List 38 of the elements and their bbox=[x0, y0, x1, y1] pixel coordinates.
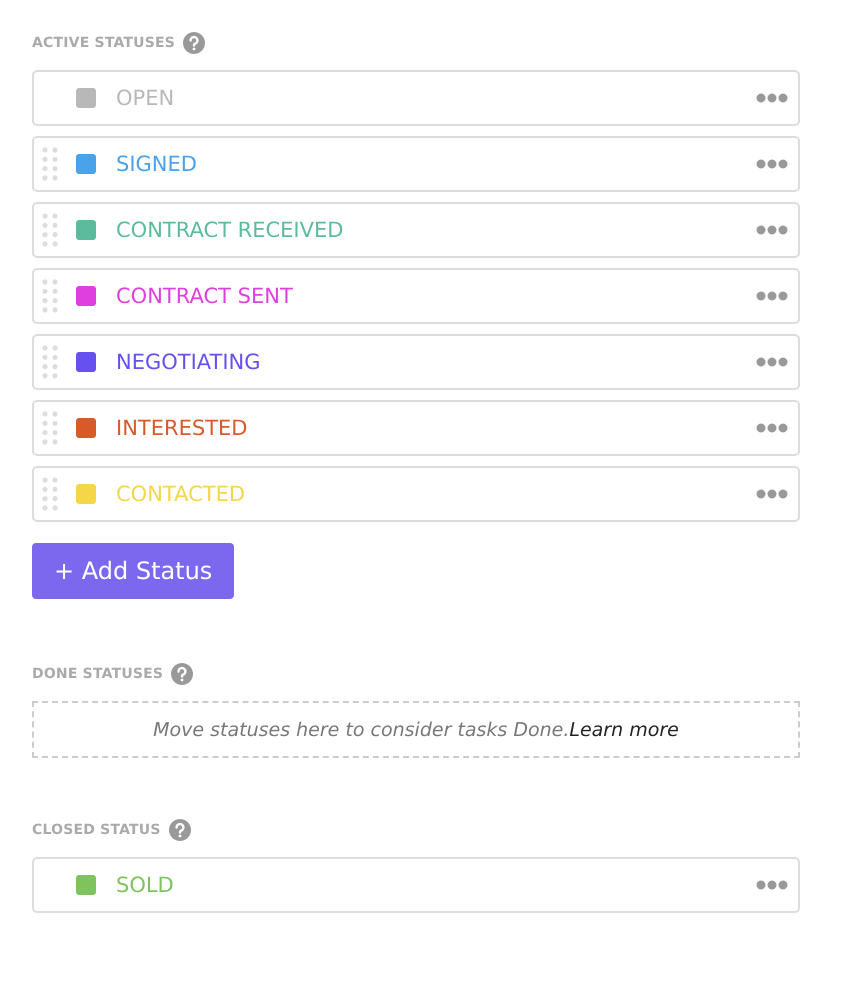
more-icon[interactable] bbox=[756, 423, 788, 433]
status-row[interactable]: CONTRACT SENT bbox=[32, 268, 800, 324]
section-heading: ACTIVE STATUSES bbox=[32, 35, 176, 51]
section-heading: CLOSED STATUS bbox=[32, 822, 161, 838]
learn-more-link[interactable]: Learn more bbox=[569, 718, 679, 740]
section-heading: DONE STATUSES bbox=[32, 666, 164, 682]
drop-zone-hint: Move statuses here to consider tasks Done. bbox=[153, 718, 570, 740]
status-row[interactable]: OPEN bbox=[32, 70, 800, 126]
status-name: SIGNED bbox=[116, 152, 198, 176]
help-icon[interactable] bbox=[168, 819, 191, 841]
status-name: OPEN bbox=[116, 86, 176, 110]
status-row[interactable]: INTERESTED bbox=[32, 400, 800, 456]
status-row[interactable]: SIGNED bbox=[32, 136, 800, 192]
status-row[interactable]: CONTRACT RECEIVED bbox=[32, 202, 800, 258]
drag-handle-icon[interactable] bbox=[42, 147, 58, 181]
drag-handle-icon[interactable] bbox=[42, 345, 58, 379]
status-name: INTERESTED bbox=[116, 416, 248, 440]
more-icon[interactable] bbox=[756, 159, 788, 169]
help-icon[interactable] bbox=[171, 663, 194, 685]
more-icon[interactable] bbox=[756, 291, 788, 301]
more-icon[interactable] bbox=[756, 357, 788, 367]
help-icon[interactable] bbox=[183, 32, 206, 54]
more-icon[interactable] bbox=[756, 225, 788, 235]
more-icon[interactable] bbox=[756, 489, 788, 499]
status-name: CONTRACT RECEIVED bbox=[116, 218, 344, 242]
add-status-button[interactable]: + Add Status bbox=[32, 543, 234, 599]
status-name: CONTACTED bbox=[116, 482, 246, 506]
more-icon[interactable] bbox=[756, 880, 788, 890]
status-name: CONTRACT SENT bbox=[116, 284, 294, 308]
status-row[interactable]: SOLD bbox=[32, 857, 800, 913]
status-row[interactable]: NEGOTIATING bbox=[32, 334, 800, 390]
drag-handle-icon[interactable] bbox=[42, 279, 58, 313]
status-name: SOLD bbox=[116, 873, 175, 897]
status-name: NEGOTIATING bbox=[116, 350, 262, 374]
drag-handle-icon[interactable] bbox=[42, 477, 58, 511]
drag-handle-icon[interactable] bbox=[42, 213, 58, 247]
more-icon[interactable] bbox=[756, 93, 788, 103]
drag-handle-icon[interactable] bbox=[42, 411, 58, 445]
